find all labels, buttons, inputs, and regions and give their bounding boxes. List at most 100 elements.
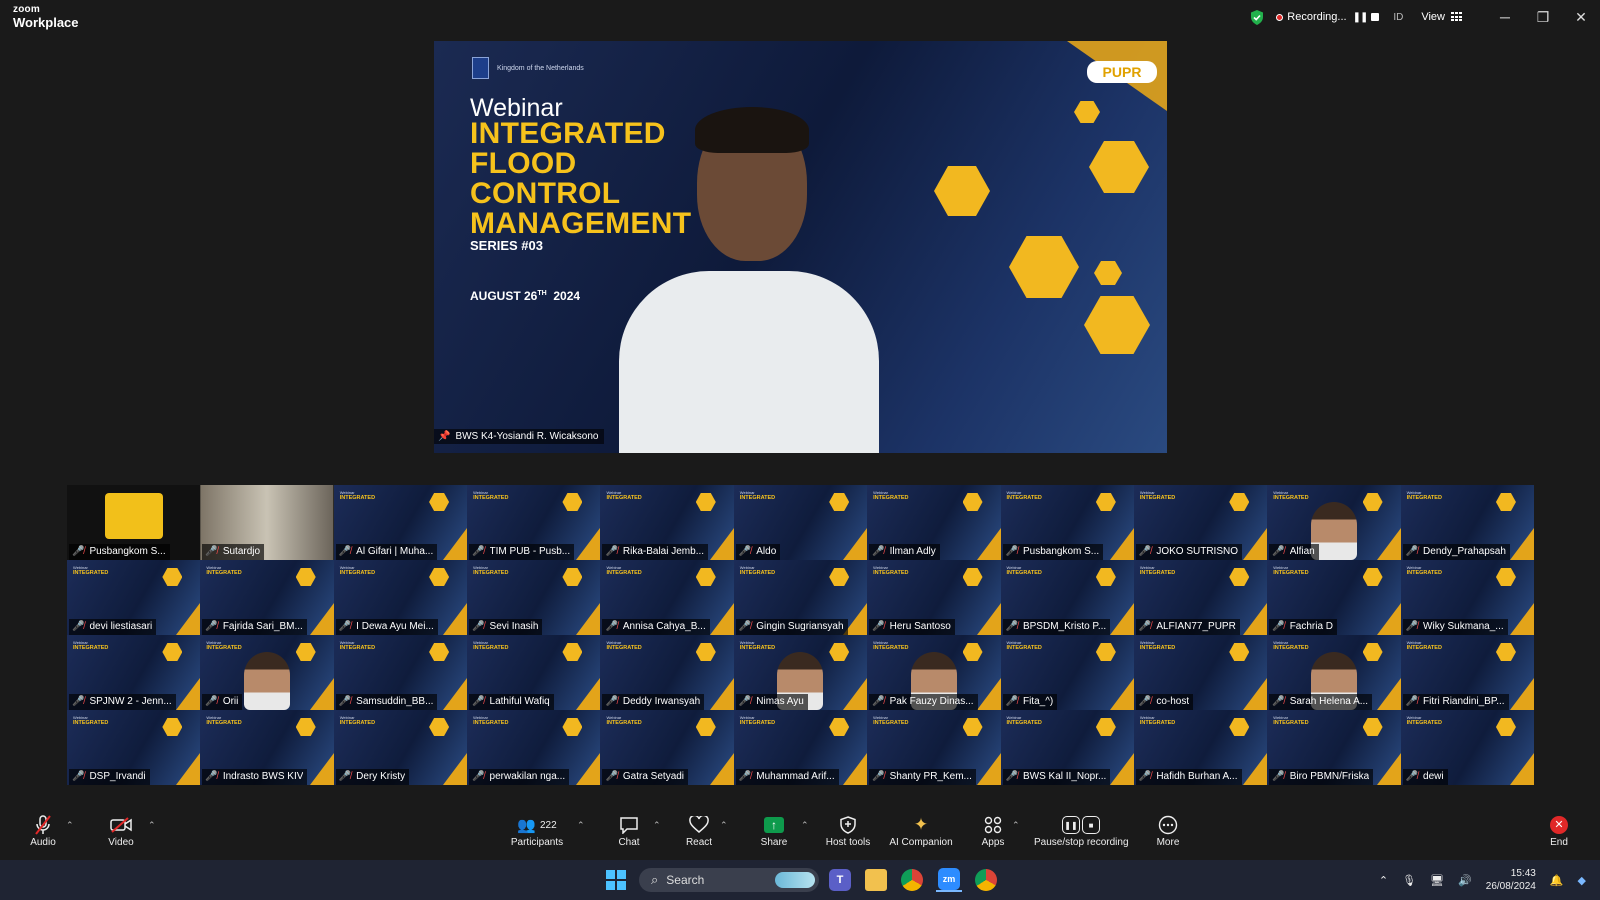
- windows-start-button[interactable]: [604, 868, 628, 892]
- participant-tile[interactable]: INTEGRATED 🎤̸ Wiky Sukmana_...: [1400, 560, 1534, 635]
- participant-tile[interactable]: INTEGRATED 🎤̸ BPSDM_Kristo P...: [1000, 560, 1134, 635]
- notification-bell-icon[interactable]: 🔔: [1550, 874, 1564, 887]
- participant-tile[interactable]: INTEGRATED 🎤̸ Pak Fauzy Dinas...: [867, 635, 1001, 710]
- participant-name-tag: 🎤̸ Sarah Helena A...: [1269, 694, 1373, 710]
- participant-tile[interactable]: INTEGRATED 🎤̸ Hafidh Burhan A...: [1133, 710, 1268, 785]
- participant-tile[interactable]: INTEGRATED 🎤̸ Dery Kristy: [333, 710, 468, 785]
- shared-slide-thumbnail-text: INTEGRATED: [339, 495, 376, 501]
- participant-tile[interactable]: INTEGRATED 🎤̸ co-host: [1133, 635, 1268, 710]
- chat-button[interactable]: Chat: [614, 814, 644, 848]
- tray-microphone-icon[interactable]: 🎙: [1402, 874, 1416, 887]
- participant-tile[interactable]: INTEGRATED 🎤̸ Indrasto BWS KIV: [200, 710, 334, 785]
- participant-tile[interactable]: INTEGRATED 🎤̸ TIM PUB - Pusb...: [467, 485, 601, 560]
- participant-tile[interactable]: INTEGRATED 🎤̸ Dendy_Prahapsah: [1400, 485, 1534, 560]
- recording-label[interactable]: Recording...: [1287, 11, 1346, 23]
- tray-network-icon[interactable]: 🖥: [1430, 874, 1444, 887]
- view-grid-icon[interactable]: [1451, 12, 1462, 22]
- taskbar-search[interactable]: ⌕ Search: [639, 868, 819, 892]
- participant-tile[interactable]: INTEGRATED 🎤̸ Heru Santoso: [867, 560, 1001, 635]
- participant-tile[interactable]: INTEGRATED 🎤̸ Sarah Helena A...: [1267, 635, 1401, 710]
- apps-chevron-icon[interactable]: ⌃: [1012, 820, 1020, 831]
- participant-tile[interactable]: INTEGRATED 🎤̸ Pusbangkom S...: [1000, 485, 1134, 560]
- apps-button[interactable]: Apps: [978, 814, 1008, 848]
- participant-tile[interactable]: INTEGRATED 🎤̸ Aldo: [733, 485, 868, 560]
- tray-overflow-chevron-icon[interactable]: ⌃: [1379, 874, 1388, 887]
- copilot-icon[interactable]: ◆: [1578, 874, 1586, 887]
- teams-taskbar-app[interactable]: T: [828, 868, 852, 892]
- participant-tile[interactable]: INTEGRATED 🎤̸ Ilman Adly: [867, 485, 1001, 560]
- recording-pause-icon[interactable]: ❚❚: [1353, 12, 1369, 23]
- participant-tile[interactable]: INTEGRATED 🎤̸ Rika-Balai Jemb...: [600, 485, 734, 560]
- participant-tile[interactable]: INTEGRATED 🎤̸ Lathiful Wafiq: [467, 635, 601, 710]
- participant-tile[interactable]: INTEGRATED 🎤̸ I Dewa Ayu Mei...: [333, 560, 468, 635]
- muted-microphone-icon: 🎤̸: [1005, 621, 1018, 632]
- participant-tile[interactable]: INTEGRATED 🎤̸ Alfian: [1267, 485, 1401, 560]
- recording-stop-icon[interactable]: [1371, 13, 1380, 21]
- chrome-profile-taskbar-app[interactable]: [974, 868, 998, 892]
- react-chevron-icon[interactable]: ⌃: [720, 820, 728, 831]
- participant-tile[interactable]: INTEGRATED 🎤̸ Biro PBMN/Friska: [1267, 710, 1401, 785]
- participant-tile[interactable]: INTEGRATED 🎤̸ Gatra Setyadi: [600, 710, 734, 785]
- participant-tile[interactable]: INTEGRATED 🎤̸ Al Gifari | Muha...: [333, 485, 468, 560]
- active-speaker-video[interactable]: Kingdom of the Netherlands PUPR Webinar …: [434, 41, 1167, 453]
- participant-tile[interactable]: INTEGRATED 🎤̸ SPJNW 2 - Jenn...: [67, 635, 201, 710]
- participant-name: Gingin Sugriansyah: [756, 621, 844, 632]
- participant-name-tag: 🎤̸ Rika-Balai Jemb...: [602, 544, 709, 560]
- participant-tile[interactable]: INTEGRATED 🎤̸ ALFIAN77_PUPR: [1133, 560, 1268, 635]
- meeting-id-label[interactable]: ID: [1393, 12, 1403, 23]
- end-meeting-button[interactable]: ✕ End: [1544, 814, 1574, 848]
- participant-tile[interactable]: 🎤̸ Sutardjo: [200, 485, 334, 560]
- participant-tile[interactable]: INTEGRATED 🎤̸ Muhammad Arif...: [733, 710, 868, 785]
- more-button[interactable]: More: [1153, 814, 1183, 848]
- participant-tile[interactable]: INTEGRATED 🎤̸ DSP_Irvandi: [67, 710, 201, 785]
- muted-microphone-icon: 🎤̸: [1405, 771, 1419, 782]
- restore-button[interactable]: ❐: [1524, 9, 1562, 26]
- view-button[interactable]: View: [1421, 11, 1445, 23]
- participant-tile[interactable]: INTEGRATED 🎤̸ Annisa Cahya_B...: [600, 560, 734, 635]
- participant-tile[interactable]: INTEGRATED 🎤̸ BWS Kal II_Nopr...: [1000, 710, 1134, 785]
- video-options-chevron-icon[interactable]: ⌃: [148, 820, 156, 831]
- participant-tile[interactable]: INTEGRATED 🎤̸ Nimas Ayu: [733, 635, 868, 710]
- speaker-person: [619, 107, 879, 453]
- muted-microphone-icon: 🎤̸: [1405, 546, 1419, 557]
- participant-tile[interactable]: INTEGRATED 🎤̸ devi liestiasari: [67, 560, 201, 635]
- share-button[interactable]: ↑ Share: [758, 814, 790, 848]
- participant-tile[interactable]: INTEGRATED 🎤̸ Shanty PR_Kem...: [867, 710, 1001, 785]
- video-button[interactable]: Video: [106, 814, 136, 848]
- taskbar-clock[interactable]: 15:43 26/08/2024: [1486, 867, 1536, 893]
- react-button[interactable]: React: [684, 814, 714, 848]
- participant-tile[interactable]: INTEGRATED 🎤̸ Deddy Irwansyah: [600, 635, 734, 710]
- participant-tile[interactable]: INTEGRATED 🎤̸ Fajrida Sari_BM...: [200, 560, 334, 635]
- participants-button[interactable]: 👥 222 Participants: [508, 814, 566, 848]
- host-tools-button[interactable]: Host tools: [824, 814, 872, 848]
- file-explorer-taskbar-app[interactable]: [864, 868, 888, 892]
- apps-label: Apps: [981, 837, 1005, 848]
- participant-tile[interactable]: INTEGRATED 🎤̸ perwakilan nga...: [467, 710, 601, 785]
- pause-icon: ❚❚: [1062, 816, 1080, 834]
- participant-tile[interactable]: INTEGRATED 🎤̸ dewi: [1400, 710, 1534, 785]
- close-window-button[interactable]: ✕: [1562, 9, 1600, 26]
- host-tools-label: Host tools: [825, 837, 871, 848]
- audio-options-chevron-icon[interactable]: ⌃: [66, 820, 74, 831]
- participant-tile[interactable]: INTEGRATED 🎤̸ Fachria D: [1267, 560, 1401, 635]
- tray-volume-icon[interactable]: 🔊: [1458, 874, 1472, 887]
- encryption-shield-icon[interactable]: [1250, 9, 1264, 25]
- pause-stop-recording-button[interactable]: ❚❚ ■ Pause/stop recording: [1034, 814, 1129, 848]
- participant-tile[interactable]: INTEGRATED 🎤̸ Fitri Riandini_BP...: [1400, 635, 1534, 710]
- shared-slide-thumbnail-text: INTEGRATED: [73, 570, 109, 576]
- audio-button[interactable]: Audio: [28, 814, 58, 848]
- participant-tile[interactable]: INTEGRATED 🎤̸ JOKO SUTRISNO: [1133, 485, 1268, 560]
- chrome-taskbar-app[interactable]: [900, 868, 924, 892]
- participant-tile[interactable]: INTEGRATED 🎤̸ Gingin Sugriansyah: [733, 560, 868, 635]
- ai-companion-button[interactable]: ✦ AI Companion: [888, 814, 954, 848]
- participant-tile[interactable]: INTEGRATED 🎤̸ Sevi Inasih: [467, 560, 601, 635]
- zoom-taskbar-app[interactable]: zm: [936, 868, 962, 892]
- participants-chevron-icon[interactable]: ⌃: [577, 820, 585, 831]
- participant-tile[interactable]: INTEGRATED 🎤̸ Fita_^): [1000, 635, 1134, 710]
- chat-chevron-icon[interactable]: ⌃: [653, 820, 661, 831]
- minimize-button[interactable]: ─: [1486, 9, 1524, 25]
- share-chevron-icon[interactable]: ⌃: [801, 820, 809, 831]
- participant-tile[interactable]: INTEGRATED 🎤̸ Orii: [200, 635, 334, 710]
- participant-tile[interactable]: 🎤̸ Pusbangkom S...: [67, 485, 201, 560]
- participant-tile[interactable]: INTEGRATED 🎤̸ Samsuddin_BB...: [333, 635, 468, 710]
